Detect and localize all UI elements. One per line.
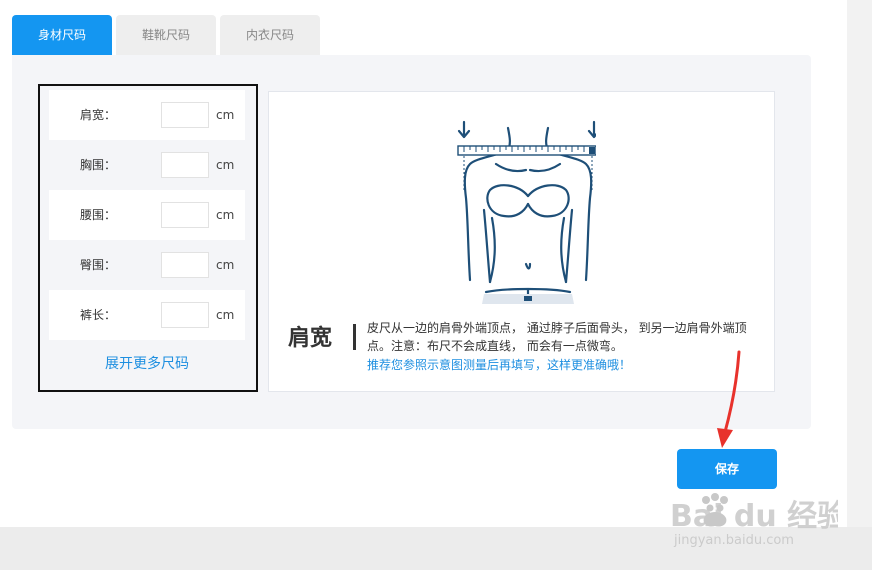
form-row-chest: 胸围： cm — [49, 140, 245, 190]
annotation-arrow-icon — [717, 350, 741, 448]
chest-input[interactable] — [161, 152, 209, 178]
field-label: 肩宽： — [80, 108, 117, 122]
measurement-description: 皮尺从一边的肩骨外端顶点， 通过脖子后面骨头， 到另一边肩骨外端顶点。注意：布尺… — [367, 321, 747, 353]
watermark-brand-text: Bai du 经验 — [670, 499, 838, 534]
tab-body-size[interactable]: 身材尺码 — [12, 15, 112, 55]
unit-label: cm — [216, 308, 235, 322]
unit-label: cm — [216, 208, 235, 222]
unit-label: cm — [216, 258, 235, 272]
form-row-waist: 腰围： cm — [49, 190, 245, 240]
shoulder-measure-illustration — [457, 120, 596, 304]
hip-input[interactable] — [161, 252, 209, 278]
unit-label: cm — [216, 108, 235, 122]
unit-label: cm — [216, 158, 235, 172]
watermark-url: jingyan.baidu.com — [673, 533, 794, 548]
field-label: 臀围： — [80, 258, 117, 272]
form-row-hip: 臀围： cm — [49, 240, 245, 290]
field-label: 腰围： — [80, 208, 117, 222]
title-divider — [353, 324, 356, 350]
field-label: 裤长： — [80, 308, 117, 322]
form-row-shoulder: 肩宽： cm — [49, 90, 245, 140]
expand-more-sizes-link[interactable]: 展开更多尺码 — [49, 340, 245, 388]
waist-input[interactable] — [161, 202, 209, 228]
form-row-pants-length: 裤长： cm — [49, 290, 245, 340]
field-label: 胸围： — [80, 158, 117, 172]
measurement-title: 肩宽 — [288, 326, 333, 351]
pants-length-input[interactable] — [161, 302, 209, 328]
size-form: 肩宽： cm 胸围： cm 腰围： cm 臀围： cm 裤长： cm 展开更多尺… — [49, 90, 245, 388]
shoulder-width-input[interactable] — [161, 102, 209, 128]
tab-underwear-size[interactable]: 内衣尺码 — [220, 15, 320, 55]
save-button[interactable]: 保存 — [677, 449, 777, 489]
tab-shoe-size[interactable]: 鞋靴尺码 — [116, 15, 216, 55]
baidu-watermark: Bai du 经验 jingyan.baidu.com — [670, 493, 838, 548]
measurement-tip: 推荐您参照示意图测量后再填写，这样更准确哦！ — [367, 358, 632, 372]
measurement-illustration: 肩宽 皮尺从一边的肩骨外端顶点， 通过脖子后面骨头， 到另一边肩骨外端顶点。注意… — [268, 91, 775, 392]
right-gutter — [847, 0, 872, 527]
